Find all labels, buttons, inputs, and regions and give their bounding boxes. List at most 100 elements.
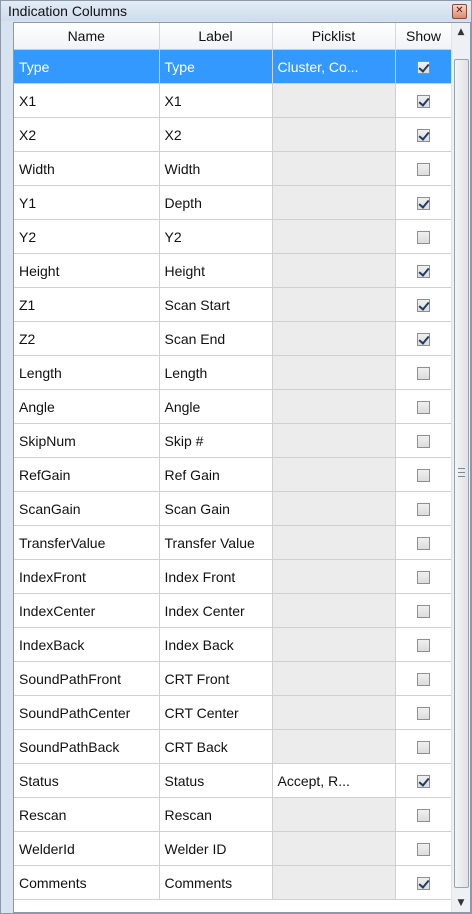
cell-name[interactable]: IndexBack [14, 627, 160, 662]
show-checkbox[interactable] [417, 809, 430, 823]
show-checkbox[interactable] [417, 95, 430, 109]
cell-name[interactable]: Z2 [14, 321, 160, 356]
cell-label[interactable]: Index Front [159, 559, 273, 594]
cell-label[interactable]: Scan End [159, 321, 273, 356]
cell-label[interactable]: CRT Back [159, 729, 273, 764]
show-checkbox[interactable] [417, 367, 430, 381]
table-row[interactable]: Y2 Y2 [14, 219, 453, 254]
show-checkbox[interactable] [417, 741, 430, 755]
cell-label[interactable]: Depth [159, 185, 273, 220]
table-row[interactable]: Height Height [14, 253, 453, 288]
table-row[interactable]: Rescan Rescan [14, 797, 453, 832]
cell-name[interactable]: Length [14, 355, 160, 390]
table-row[interactable]: Status Status Accept, R... [14, 763, 453, 798]
cell-picklist[interactable] [272, 423, 396, 458]
cell-picklist[interactable] [272, 253, 396, 288]
cell-picklist[interactable]: Accept, R... [272, 763, 396, 798]
cell-label[interactable]: Scan Gain [159, 491, 273, 526]
cell-label[interactable]: Rescan [159, 797, 273, 832]
cell-name[interactable]: Height [14, 253, 160, 288]
cell-label[interactable]: Status [159, 763, 273, 798]
cell-label[interactable]: Scan Start [159, 287, 273, 322]
show-checkbox[interactable] [417, 231, 430, 245]
show-checkbox[interactable] [417, 503, 430, 517]
cell-picklist[interactable] [272, 695, 396, 730]
show-checkbox[interactable] [417, 639, 430, 653]
cell-label[interactable]: Skip # [159, 423, 273, 458]
header-name[interactable]: Name [14, 23, 160, 50]
show-checkbox[interactable] [417, 435, 430, 449]
table-row[interactable]: Length Length [14, 355, 453, 390]
cell-name[interactable]: X1 [14, 83, 160, 118]
show-checkbox[interactable] [417, 605, 430, 619]
cell-picklist[interactable] [272, 389, 396, 424]
cell-label[interactable]: Comments [159, 865, 273, 900]
table-row[interactable]: SkipNum Skip # [14, 423, 453, 458]
table-row[interactable]: TransferValue Transfer Value [14, 525, 453, 560]
show-checkbox[interactable] [417, 163, 430, 177]
show-checkbox[interactable] [417, 401, 430, 415]
table-row[interactable]: Z2 Scan End [14, 321, 453, 356]
table-row[interactable]: Comments Comments [14, 865, 453, 900]
cell-picklist[interactable] [272, 593, 396, 628]
table-row[interactable]: X2 X2 [14, 117, 453, 152]
show-checkbox[interactable] [417, 469, 430, 483]
cell-label[interactable]: Height [159, 253, 273, 288]
cell-picklist[interactable] [272, 83, 396, 118]
table-row[interactable]: SoundPathBack CRT Back [14, 729, 453, 764]
table-row[interactable]: Angle Angle [14, 389, 453, 424]
cell-label[interactable]: CRT Front [159, 661, 273, 696]
show-checkbox[interactable] [417, 843, 430, 857]
show-checkbox[interactable] [417, 265, 430, 279]
cell-label[interactable]: Index Back [159, 627, 273, 662]
cell-picklist[interactable] [272, 831, 396, 866]
table-row[interactable]: ScanGain Scan Gain [14, 491, 453, 526]
cell-name[interactable]: SkipNum [14, 423, 160, 458]
cell-label[interactable]: Angle [159, 389, 273, 424]
cell-name[interactable]: Rescan [14, 797, 160, 832]
table-row[interactable]: RefGain Ref Gain [14, 457, 453, 492]
table-row[interactable]: Type Type Cluster, Co... [14, 49, 453, 84]
cell-name[interactable]: SoundPathFront [14, 661, 160, 696]
cell-picklist[interactable]: Cluster, Co... [272, 49, 396, 84]
cell-name[interactable]: SoundPathCenter [14, 695, 160, 730]
table-row[interactable]: IndexFront Index Front [14, 559, 453, 594]
cell-name[interactable]: WelderId [14, 831, 160, 866]
cell-picklist[interactable] [272, 491, 396, 526]
cell-picklist[interactable] [272, 185, 396, 220]
show-checkbox[interactable] [417, 775, 430, 789]
cell-name[interactable]: Comments [14, 865, 160, 900]
table-row[interactable]: Z1 Scan Start [14, 287, 453, 322]
cell-name[interactable]: Angle [14, 389, 160, 424]
close-icon[interactable]: ✕ [452, 4, 467, 19]
cell-picklist[interactable] [272, 457, 396, 492]
cell-name[interactable]: RefGain [14, 457, 160, 492]
show-checkbox[interactable] [417, 571, 430, 585]
show-checkbox[interactable] [417, 129, 430, 143]
header-show[interactable]: Show [395, 23, 453, 50]
show-checkbox[interactable] [417, 197, 430, 211]
cell-picklist[interactable] [272, 627, 396, 662]
show-checkbox[interactable] [417, 707, 430, 721]
cell-name[interactable]: ScanGain [14, 491, 160, 526]
cell-name[interactable]: Type [14, 49, 160, 84]
cell-label[interactable]: X1 [159, 83, 273, 118]
cell-label[interactable]: Y2 [159, 219, 273, 254]
cell-label[interactable]: Length [159, 355, 273, 390]
cell-label[interactable]: Index Center [159, 593, 273, 628]
cell-picklist[interactable] [272, 797, 396, 832]
cell-label[interactable]: CRT Center [159, 695, 273, 730]
table-row[interactable]: IndexBack Index Back [14, 627, 453, 662]
cell-name[interactable]: SoundPathBack [14, 729, 160, 764]
cell-name[interactable]: IndexFront [14, 559, 160, 594]
table-row[interactable]: Width Width [14, 151, 453, 186]
cell-name[interactable]: Y1 [14, 185, 160, 220]
cell-label[interactable]: Type [159, 49, 273, 84]
cell-picklist[interactable] [272, 661, 396, 696]
cell-label[interactable]: Welder ID [159, 831, 273, 866]
cell-picklist[interactable] [272, 355, 396, 390]
show-checkbox[interactable] [417, 537, 430, 551]
table-row[interactable]: X1 X1 [14, 83, 453, 118]
header-label[interactable]: Label [159, 23, 273, 50]
cell-label[interactable]: X2 [159, 117, 273, 152]
